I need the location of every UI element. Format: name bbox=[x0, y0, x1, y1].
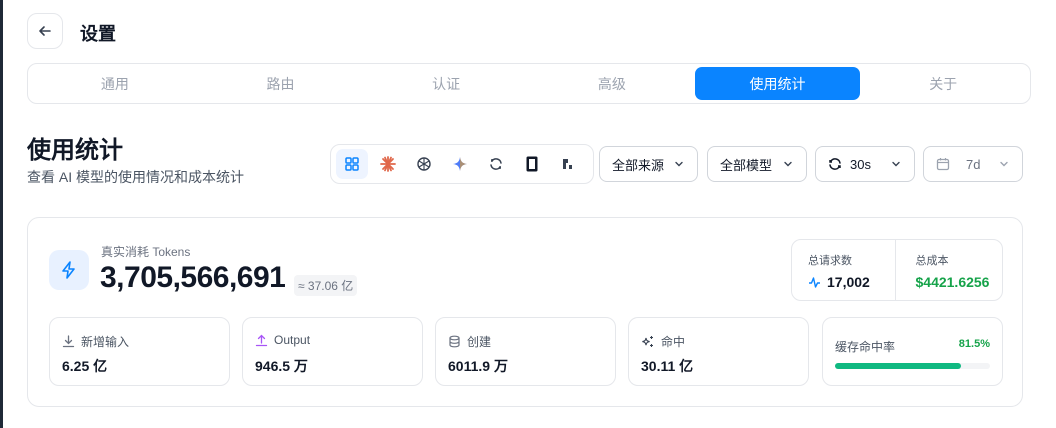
cache-rate-progress-fill bbox=[835, 363, 962, 369]
tokens-value: 3,705,566,691 bbox=[100, 261, 286, 294]
cost-value: $4421.6256 bbox=[915, 274, 990, 290]
provider-filter bbox=[330, 144, 594, 184]
stat-create-header: 创建 bbox=[448, 333, 491, 350]
stat-create-label: 创建 bbox=[467, 335, 492, 349]
requests-summary: 总请求数 17,002 bbox=[792, 240, 895, 300]
stat-new-input-header: 新增输入 bbox=[62, 333, 129, 350]
refresh-circle-icon bbox=[490, 158, 502, 170]
tab-advanced[interactable]: 高级 bbox=[529, 67, 695, 100]
sparkles-icon bbox=[642, 335, 653, 347]
provider-device-button[interactable] bbox=[516, 149, 548, 179]
source-select-value: 全部来源 bbox=[612, 157, 665, 173]
provider-refresh-button[interactable] bbox=[480, 149, 512, 179]
source-select[interactable]: 全部来源 bbox=[599, 146, 698, 182]
chevron-down-icon bbox=[1000, 161, 1008, 167]
provider-openai-button[interactable] bbox=[408, 149, 440, 179]
stat-create: 创建 6011.9 万 bbox=[435, 317, 616, 386]
tab-usage-stats[interactable]: 使用统计 bbox=[694, 67, 861, 100]
stat-new-input-label: 新增输入 bbox=[81, 335, 130, 349]
stat-hit: 命中 30.11 亿 bbox=[628, 317, 809, 386]
calendar-icon bbox=[936, 158, 950, 171]
tab-about[interactable]: 关于 bbox=[860, 67, 1026, 100]
refresh-interval-select[interactable]: 30s bbox=[815, 146, 915, 182]
back-button[interactable] bbox=[27, 13, 63, 49]
chevron-down-icon bbox=[784, 161, 792, 167]
database-icon bbox=[449, 335, 460, 348]
provider-all-button[interactable] bbox=[336, 149, 368, 179]
summary-box: 总请求数 17,002 总成本 $4421.6256 bbox=[791, 239, 1003, 301]
arrow-left-icon bbox=[39, 26, 51, 36]
lightning-icon bbox=[62, 261, 75, 279]
tab-auth[interactable]: 认证 bbox=[363, 67, 529, 100]
stat-output-header: Output bbox=[255, 333, 310, 347]
requests-label: 总请求数 bbox=[808, 255, 852, 267]
model-select-value: 全部模型 bbox=[720, 157, 773, 173]
tab-general[interactable]: 通用 bbox=[32, 67, 198, 100]
provider-anthropic-button[interactable] bbox=[372, 149, 404, 179]
requests-value: 17,002 bbox=[827, 274, 870, 290]
cost-summary: 总成本 $4421.6256 bbox=[894, 240, 1003, 300]
stat-hit-value: 30.11 亿 bbox=[641, 358, 694, 374]
provider-other-button[interactable] bbox=[552, 149, 584, 179]
stat-create-value: 6011.9 万 bbox=[448, 358, 508, 374]
refresh-icon bbox=[829, 158, 841, 170]
model-select[interactable]: 全部模型 bbox=[707, 146, 807, 182]
settings-title: 设置 bbox=[80, 24, 116, 44]
activity-icon bbox=[809, 276, 820, 288]
grid-icon bbox=[345, 157, 359, 171]
date-range-value: 7d bbox=[966, 156, 981, 172]
stat-output: Output 946.5 万 bbox=[242, 317, 423, 386]
requests-value-row: 17,002 bbox=[808, 274, 895, 290]
anthropic-icon bbox=[380, 156, 396, 172]
date-range-select[interactable]: 7d bbox=[923, 146, 1023, 182]
tab-routing[interactable]: 路由 bbox=[198, 67, 364, 100]
stat-output-label: Output bbox=[274, 333, 311, 347]
stat-cache-rate: 缓存命中率 81.5% bbox=[822, 317, 1003, 386]
chevron-down-icon bbox=[675, 161, 683, 167]
page-subtitle: 查看 AI 模型的使用情况和成本统计 bbox=[27, 169, 245, 185]
refresh-interval-value: 30s bbox=[850, 156, 871, 172]
provider-gemini-button[interactable] bbox=[444, 149, 476, 179]
tokens-icon-box bbox=[49, 250, 89, 290]
stat-hit-header: 命中 bbox=[641, 333, 685, 350]
stat-new-input-value: 6.25 亿 bbox=[62, 358, 108, 374]
stat-output-value: 946.5 万 bbox=[255, 358, 308, 374]
cache-rate-progress-track bbox=[835, 363, 990, 369]
tokens-approx-badge: ≈ 37.06 亿 bbox=[294, 275, 358, 296]
chevron-down-icon bbox=[892, 161, 900, 167]
cache-rate-label: 缓存命中率 bbox=[835, 340, 896, 354]
upload-icon bbox=[255, 334, 268, 346]
phone-icon bbox=[526, 156, 538, 172]
settings-tabs: 通用 路由 认证 高级 使用统计 关于 bbox=[27, 63, 1031, 104]
gemini-icon bbox=[453, 157, 467, 171]
usage-stats-card: 真实消耗 Tokens 3,705,566,691 ≈ 37.06 亿 总请求数… bbox=[27, 217, 1023, 407]
download-icon bbox=[62, 335, 75, 348]
stat-hit-label: 命中 bbox=[661, 335, 686, 349]
tokens-label: 真实消耗 Tokens bbox=[101, 245, 191, 259]
cost-label: 总成本 bbox=[915, 255, 949, 267]
stat-new-input: 新增输入 6.25 亿 bbox=[49, 317, 230, 386]
cache-rate-value: 81.5% bbox=[958, 338, 990, 350]
provider-icon bbox=[563, 159, 572, 169]
openai-icon bbox=[417, 157, 431, 171]
page-title: 使用统计 bbox=[27, 137, 123, 164]
